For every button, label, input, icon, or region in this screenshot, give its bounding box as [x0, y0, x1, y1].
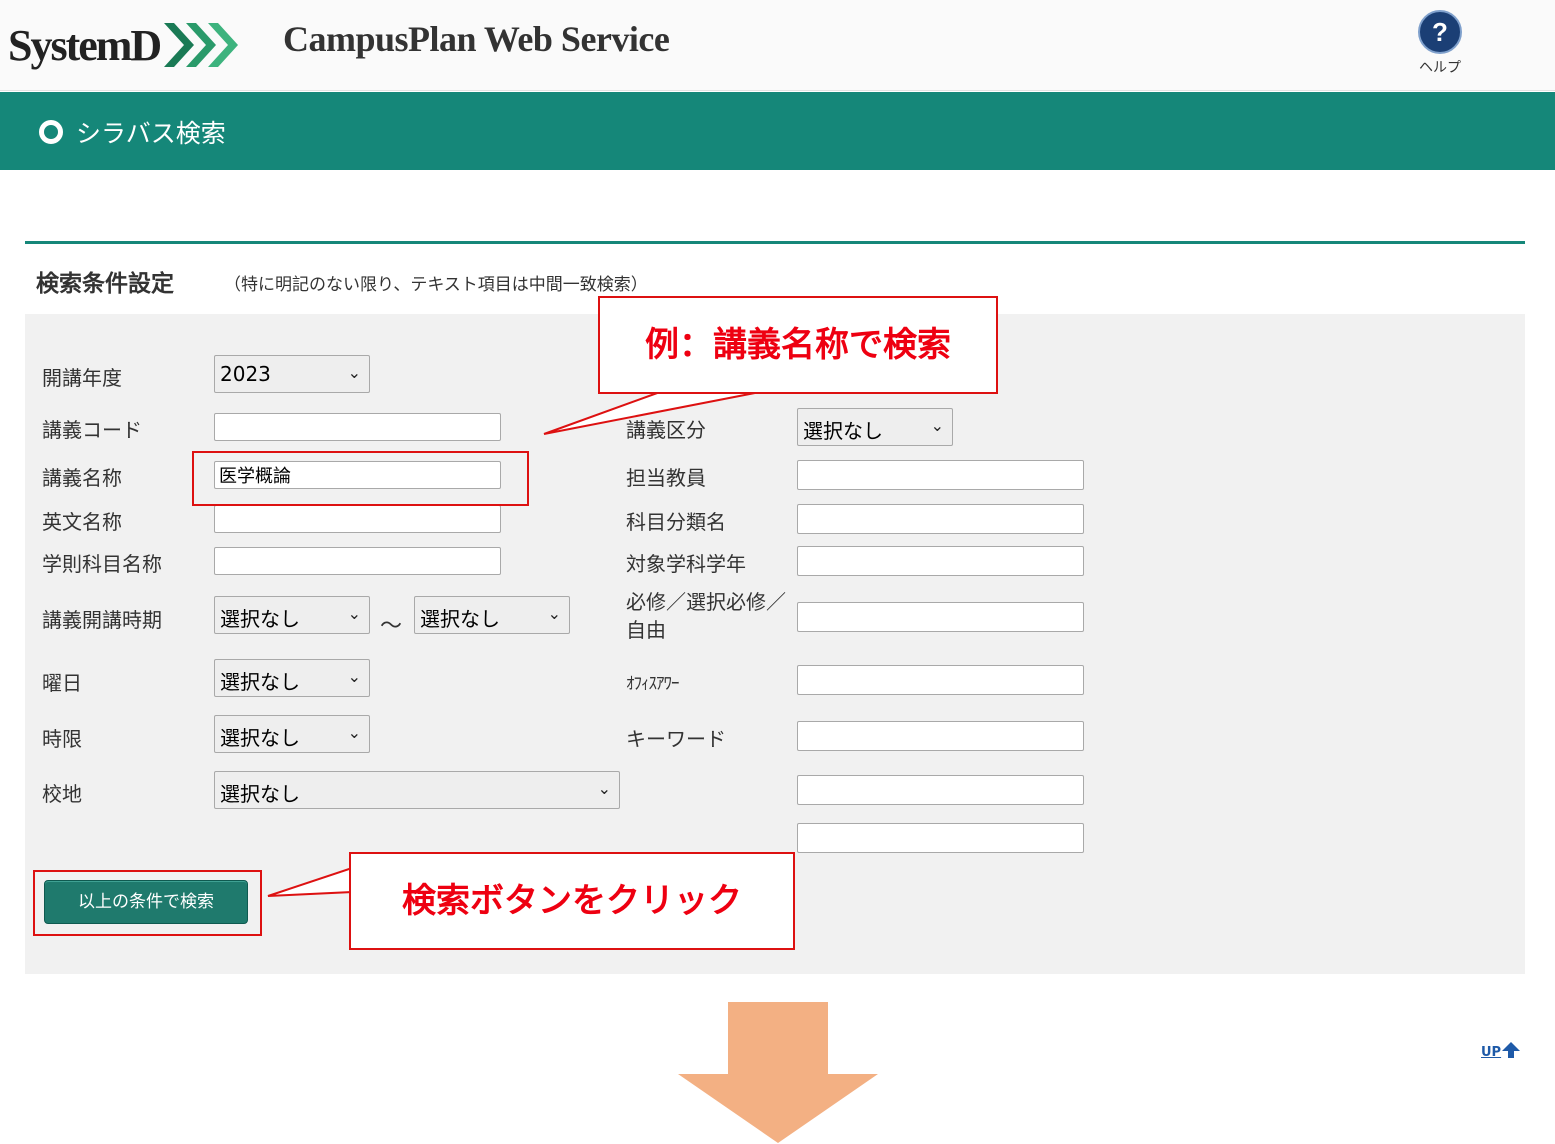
- required-label: 必修／選択必修／自由: [626, 590, 786, 642]
- chevron-down-icon: ⌄: [597, 779, 611, 798]
- up-link[interactable]: UP: [1481, 1042, 1521, 1060]
- instructor-input[interactable]: [797, 460, 1084, 490]
- circle-bullet-icon: [39, 120, 63, 144]
- extra-input-2[interactable]: [797, 823, 1084, 853]
- keyword-label: キーワード: [626, 727, 726, 751]
- example-callout: 例：講義名称で検索: [598, 296, 998, 394]
- chevron-down-icon: ⌄: [547, 604, 561, 623]
- course-code-input[interactable]: [214, 413, 501, 441]
- chevron-down-icon: ⌄: [347, 723, 361, 742]
- section-title: 検索条件設定: [36, 271, 174, 297]
- chevron-down-icon: ⌄: [347, 363, 361, 382]
- period-to-select[interactable]: 選択なし ⌄: [414, 596, 570, 634]
- section-note: （特に明記のない限り、テキスト項目は中間一致検索）: [224, 275, 648, 295]
- campus-label: 校地: [42, 782, 82, 806]
- course-type-value: 選択なし: [803, 419, 883, 443]
- up-arrow-icon: [1502, 1042, 1521, 1058]
- chevron-down-icon: ⌄: [347, 667, 361, 686]
- period-separator: ～: [380, 614, 403, 639]
- period-from-select[interactable]: 選択なし ⌄: [214, 596, 370, 634]
- extra-input-1[interactable]: [797, 775, 1084, 805]
- category-label: 科目分類名: [626, 510, 726, 534]
- weekday-value: 選択なし: [220, 670, 300, 694]
- year-label: 開講年度: [42, 366, 122, 390]
- page-title: シラバス検索: [76, 119, 226, 148]
- logo-text: SystemD: [8, 20, 162, 70]
- academic-subject-input[interactable]: [214, 547, 501, 575]
- app-header: SystemD CampusPlan Web Service ? ヘルプ: [0, 0, 1555, 91]
- time-slot-label: 時限: [42, 727, 82, 751]
- category-input[interactable]: [797, 504, 1084, 534]
- target-dept-input[interactable]: [797, 546, 1084, 576]
- logo-chevrons-icon: [164, 23, 239, 67]
- campus-value: 選択なし: [220, 782, 300, 806]
- up-link-label: UP: [1481, 1045, 1502, 1060]
- required-input[interactable]: [797, 602, 1084, 632]
- campus-select[interactable]: 選択なし ⌄: [214, 771, 620, 809]
- period-label: 講義開講時期: [42, 608, 162, 632]
- period-from-value: 選択なし: [220, 607, 300, 631]
- english-name-label: 英文名称: [42, 510, 122, 534]
- course-name-highlight: [192, 451, 529, 506]
- course-code-label: 講義コード: [42, 418, 142, 442]
- time-slot-select[interactable]: 選択なし ⌄: [214, 715, 370, 753]
- time-slot-value: 選択なし: [220, 726, 300, 750]
- instructor-label: 担当教員: [626, 466, 706, 490]
- english-name-input[interactable]: [214, 505, 501, 533]
- down-arrow-icon: [678, 1002, 878, 1143]
- systemd-logo: SystemD: [8, 12, 244, 78]
- course-type-select[interactable]: 選択なし ⌄: [797, 408, 953, 446]
- search-button-highlight: [33, 870, 262, 936]
- keyword-input[interactable]: [797, 721, 1084, 751]
- course-type-label: 講義区分: [626, 418, 706, 442]
- help-icon: ?: [1418, 10, 1462, 54]
- help-button[interactable]: ? ヘルプ: [1414, 10, 1466, 77]
- office-hour-input[interactable]: [797, 665, 1084, 695]
- target-dept-label: 対象学科学年: [626, 552, 746, 576]
- page-title-band: [0, 92, 1555, 170]
- year-value: 2023: [220, 362, 271, 386]
- app-title: CampusPlan Web Service: [283, 19, 670, 59]
- weekday-select[interactable]: 選択なし ⌄: [214, 659, 370, 697]
- help-label: ヘルプ: [1419, 60, 1461, 76]
- period-to-value: 選択なし: [420, 607, 500, 631]
- chevron-down-icon: ⌄: [930, 416, 944, 435]
- academic-subject-label: 学則科目名称: [42, 552, 162, 576]
- course-name-label: 講義名称: [42, 466, 122, 490]
- click-callout: 検索ボタンをクリック: [349, 852, 795, 950]
- section-rule: [25, 241, 1525, 244]
- weekday-label: 曜日: [42, 671, 82, 695]
- year-select[interactable]: 2023 ⌄: [214, 355, 370, 393]
- chevron-down-icon: ⌄: [347, 604, 361, 623]
- office-hour-label: ｵﾌｨｽｱﾜｰ: [626, 674, 679, 694]
